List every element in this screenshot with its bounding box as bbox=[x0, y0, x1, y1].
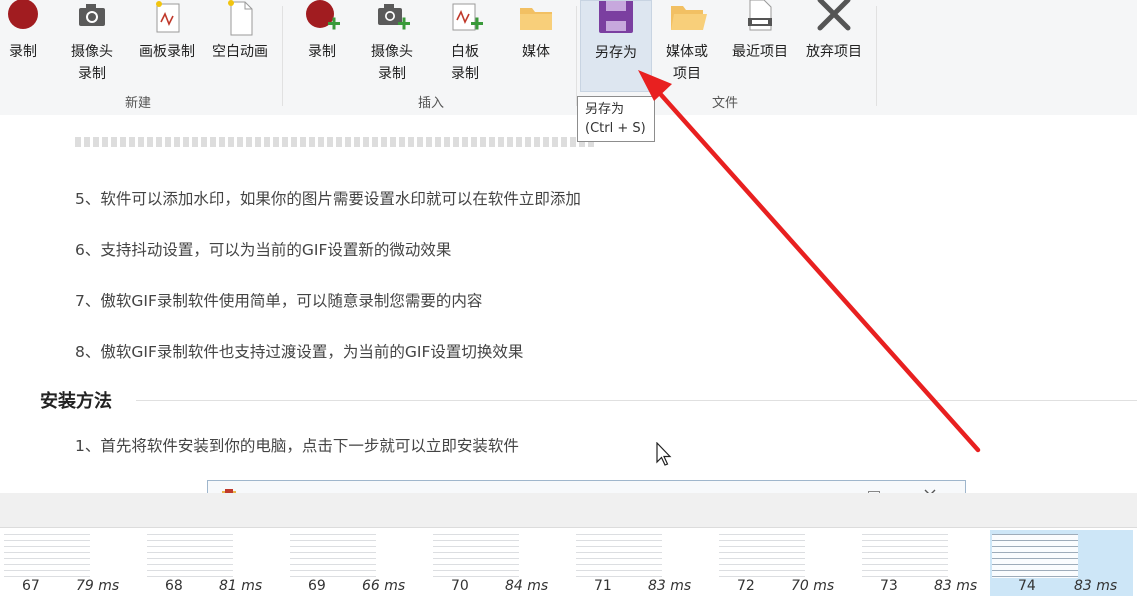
frame-preview bbox=[862, 534, 948, 578]
frame-preview bbox=[719, 534, 805, 578]
insert-camera-record-button[interactable]: 摄像头 录制 bbox=[364, 0, 420, 92]
camera-icon bbox=[79, 4, 105, 26]
frame-duration[interactable]: 66 ms bbox=[362, 578, 405, 594]
recent-projects-label: 最近项目 bbox=[732, 44, 788, 60]
frame-number: 69 bbox=[308, 578, 326, 594]
close-icon bbox=[924, 489, 936, 493]
folder-icon bbox=[520, 8, 552, 30]
frame-number: 67 bbox=[22, 578, 40, 594]
frame-number: 71 bbox=[594, 578, 612, 594]
section-heading: 安装方法 bbox=[40, 391, 112, 412]
new-record-label: 录制 bbox=[9, 44, 37, 60]
camera-label-text: 摄像头 录制 bbox=[71, 44, 113, 82]
paragraph-6: 6、支持抖动设置，可以为当前的GIF设置新的微动效果 bbox=[75, 241, 452, 259]
insert-camera-label-text: 摄像头 录制 bbox=[371, 44, 413, 82]
group-label-insert: 插入 bbox=[417, 96, 444, 111]
ribbon-toolbar: 录制 摄像头 录制 画板录制 空白动画 新建 录制 摄像头 录制 白板 录制 媒… bbox=[0, 0, 1137, 116]
frame-duration[interactable]: 79 ms bbox=[76, 578, 119, 594]
insert-record-label: 录制 bbox=[308, 44, 336, 60]
embedded-window-screenshot bbox=[207, 480, 966, 493]
insert-media-label: 媒体 bbox=[522, 44, 550, 60]
frame-duration[interactable]: 83 ms bbox=[934, 578, 977, 594]
frame-duration[interactable]: 70 ms bbox=[791, 578, 834, 594]
board-add-icon bbox=[452, 3, 483, 31]
blank-doc-icon bbox=[228, 0, 253, 36]
frame-preview bbox=[147, 534, 233, 578]
frame-duration[interactable]: 81 ms bbox=[219, 578, 262, 594]
frame-number: 68 bbox=[165, 578, 183, 594]
frame-duration[interactable]: 84 ms bbox=[505, 578, 548, 594]
frame-thumbnail[interactable]: 72 70 ms bbox=[719, 530, 859, 596]
group-label-new: 新建 bbox=[124, 96, 151, 111]
tooltip-title: 另存为 bbox=[585, 102, 625, 117]
board-record-label: 画板录制 bbox=[139, 44, 195, 60]
insert-board-record-button[interactable]: 白板 录制 bbox=[438, 0, 492, 92]
group-separator bbox=[876, 6, 877, 106]
save-as-tooltip: 另存为 (Ctrl + S) bbox=[577, 96, 655, 142]
frame-thumbnail[interactable]: 73 83 ms bbox=[862, 530, 1002, 596]
heading-divider bbox=[136, 400, 1137, 401]
maximize-icon bbox=[868, 491, 880, 493]
board-icon bbox=[156, 1, 180, 33]
new-camera-record-label: 摄像头 录制 bbox=[64, 41, 120, 85]
record-add-icon bbox=[306, 0, 340, 30]
recent-projects-button[interactable]: 最近项目 bbox=[724, 0, 796, 92]
frame-duration[interactable]: 83 ms bbox=[648, 578, 691, 594]
frame-preview bbox=[433, 534, 519, 578]
install-step-1: 1、首先将软件安装到你的电脑，点击下一步就可以立即安装软件 bbox=[75, 437, 519, 455]
media-or-project-label-text: 媒体或 项目 bbox=[666, 44, 708, 82]
frame-number: 73 bbox=[880, 578, 898, 594]
insert-camera-record-label: 摄像头 录制 bbox=[364, 41, 420, 85]
blank-animation-button[interactable]: 空白动画 bbox=[204, 0, 276, 92]
insert-media-button[interactable]: 媒体 bbox=[510, 0, 562, 92]
frame-number: 70 bbox=[451, 578, 469, 594]
frame-thumbnail[interactable]: 69 66 ms bbox=[290, 530, 430, 596]
cropped-line bbox=[75, 137, 595, 147]
board-record-button[interactable]: 画板录制 bbox=[132, 0, 202, 92]
frame-thumbnail[interactable]: 71 83 ms bbox=[576, 530, 716, 596]
tooltip-shortcut: (Ctrl + S) bbox=[585, 121, 646, 136]
media-or-project-label: 媒体或 项目 bbox=[656, 41, 718, 85]
paragraph-8: 8、傲软GIF录制软件也支持过渡设置，为当前的GIF设置切换效果 bbox=[75, 343, 524, 361]
media-or-project-button[interactable]: 媒体或 项目 bbox=[656, 0, 718, 92]
paragraph-5: 5、软件可以添加水印，如果你的图片需要设置水印就可以在软件立即添加 bbox=[75, 190, 581, 208]
frame-number: 74 bbox=[1018, 578, 1036, 594]
insert-board-label-text: 白板 录制 bbox=[451, 44, 479, 82]
record-icon bbox=[8, 0, 38, 29]
group-separator bbox=[576, 6, 577, 106]
installer-icon bbox=[222, 489, 236, 493]
camera-add-icon bbox=[378, 4, 410, 30]
frame-preview bbox=[576, 534, 662, 578]
save-icon bbox=[599, 1, 633, 33]
mouse-pointer-icon bbox=[656, 442, 672, 466]
frame-thumbnail-selected[interactable]: 74 83 ms bbox=[990, 530, 1133, 596]
new-camera-record-button[interactable]: 摄像头 录制 bbox=[64, 0, 120, 92]
frame-thumbnail[interactable]: 67 79 ms bbox=[4, 530, 144, 596]
frame-canvas: 5、软件可以添加水印，如果你的图片需要设置水印就可以在软件立即添加 6、支持抖动… bbox=[0, 115, 1137, 493]
group-separator bbox=[282, 6, 283, 106]
frame-preview bbox=[4, 534, 90, 578]
frame-preview bbox=[992, 534, 1078, 578]
discard-project-button[interactable]: 放弃项目 bbox=[798, 0, 870, 92]
frame-thumbnail[interactable]: 68 81 ms bbox=[147, 530, 287, 596]
frame-number: 72 bbox=[737, 578, 755, 594]
discard-icon bbox=[817, 0, 851, 31]
frame-thumbnail[interactable]: 70 84 ms bbox=[433, 530, 573, 596]
frame-duration[interactable]: 83 ms bbox=[1074, 578, 1117, 594]
recent-icon bbox=[748, 0, 772, 31]
insert-board-record-label: 白板 录制 bbox=[438, 41, 492, 85]
insert-record-button[interactable]: 录制 bbox=[298, 0, 346, 92]
frame-preview bbox=[290, 534, 376, 578]
new-record-button[interactable]: 录制 bbox=[0, 0, 46, 92]
frame-timeline: 67 79 ms 68 81 ms 69 66 ms 70 84 ms 71 8… bbox=[0, 527, 1137, 598]
save-as-label: 另存为 bbox=[595, 45, 637, 61]
blank-animation-label: 空白动画 bbox=[212, 44, 268, 60]
save-as-button[interactable]: 另存为 bbox=[580, 0, 652, 92]
discard-project-label: 放弃项目 bbox=[806, 44, 862, 60]
folder-open-icon bbox=[671, 6, 707, 30]
paragraph-7: 7、傲软GIF录制软件使用简单，可以随意录制您需要的内容 bbox=[75, 292, 483, 310]
